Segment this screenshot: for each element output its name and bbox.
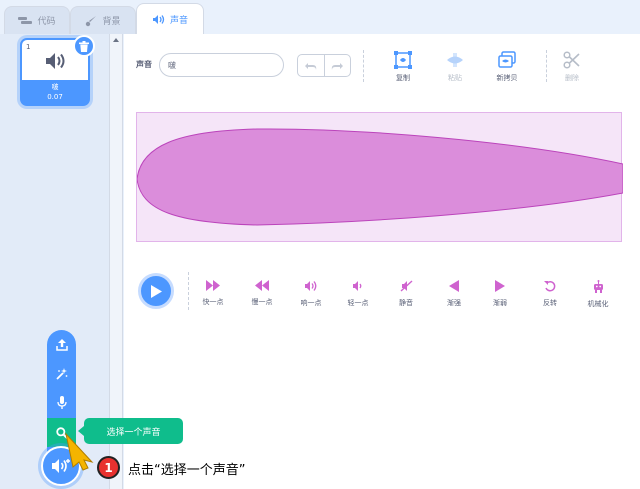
- tab-backdrops-label: 背景: [102, 17, 121, 27]
- sound-item-index: 1: [26, 43, 31, 51]
- step-instruction: 点击“选择一个声音”: [128, 463, 246, 478]
- paste-icon: [447, 53, 463, 67]
- scroll-up-arrow-icon[interactable]: [113, 38, 119, 42]
- redo-button[interactable]: [323, 55, 351, 76]
- waveform-area[interactable]: [136, 112, 624, 242]
- louder-icon: [305, 281, 317, 291]
- delete-sound-button[interactable]: [73, 35, 95, 57]
- effect-slower-button[interactable]: 慢一点: [242, 280, 282, 307]
- tab-sounds[interactable]: 声音: [136, 3, 204, 34]
- faster-icon: [206, 280, 220, 291]
- effect-fade-out-label: 渐弱: [493, 299, 507, 307]
- effect-louder-button[interactable]: 响一点: [291, 280, 331, 308]
- undo-button[interactable]: [298, 55, 324, 76]
- sound-editor: [124, 34, 640, 489]
- undo-redo-group: [297, 54, 351, 77]
- effects-divider: [188, 272, 189, 310]
- undo-icon: [304, 62, 316, 70]
- copy-button[interactable]: 复制: [383, 51, 423, 83]
- paste-button[interactable]: 粘贴: [435, 51, 475, 83]
- effect-mute-label: 静音: [399, 299, 413, 307]
- sound-item-duration: 0.07: [47, 93, 63, 101]
- fade-out-icon: [495, 280, 505, 292]
- toolbar-divider: [546, 50, 547, 82]
- effect-louder-label: 响一点: [300, 299, 322, 307]
- effect-fade-in-label: 渐强: [447, 299, 461, 307]
- toolbar-divider: [363, 50, 364, 82]
- effect-slower-label: 慢一点: [251, 298, 273, 306]
- tab-sounds-label: 声音: [169, 15, 188, 26]
- copy-new-label: 新拷贝: [496, 74, 518, 82]
- surprise-button[interactable]: [47, 359, 76, 388]
- paste-label: 粘贴: [448, 74, 462, 82]
- tab-backdrops[interactable]: 背景: [70, 6, 136, 34]
- redo-icon: [332, 62, 344, 70]
- record-sound-button[interactable]: [47, 388, 76, 417]
- sound-name-label: 声音: [136, 60, 152, 69]
- tab-code-label: 代码: [37, 17, 56, 27]
- effect-fade-out-button[interactable]: 渐弱: [480, 280, 520, 308]
- waveform: [136, 128, 624, 226]
- softer-icon: [353, 281, 362, 291]
- effect-faster-button[interactable]: 快一点: [193, 280, 233, 307]
- slower-icon: [255, 280, 269, 291]
- robot-icon: [593, 280, 603, 293]
- fade-in-icon: [449, 280, 459, 292]
- effect-softer-button[interactable]: 轻一点: [338, 280, 378, 308]
- tab-code[interactable]: 代码: [4, 6, 70, 34]
- play-button[interactable]: [138, 273, 174, 309]
- upload-icon: [55, 338, 68, 351]
- step-badge: 1: [97, 456, 120, 479]
- delete-label: 删除: [565, 74, 579, 82]
- effect-softer-label: 轻一点: [347, 299, 369, 307]
- magic-wand-icon: [55, 367, 67, 380]
- effect-mute-button[interactable]: 静音: [386, 280, 426, 308]
- speaker-icon: [152, 14, 165, 24]
- effect-reverse-button[interactable]: 反转: [530, 280, 570, 308]
- microphone-icon: [56, 396, 67, 409]
- effect-robot-label: 机械化: [587, 300, 609, 308]
- delete-button[interactable]: 删除: [552, 51, 592, 83]
- sound-name-input[interactable]: 啵: [159, 53, 284, 77]
- copy-label: 复制: [396, 74, 410, 82]
- copy-icon: [394, 51, 412, 69]
- scissors-icon: [563, 51, 580, 69]
- pointer-arrow-icon: [65, 432, 94, 471]
- effect-reverse-label: 反转: [543, 299, 557, 307]
- play-icon: [151, 284, 162, 298]
- reverse-icon: [544, 280, 556, 292]
- copy-new-icon: [498, 51, 516, 68]
- brush-icon: [86, 15, 97, 26]
- code-icon: [18, 16, 33, 24]
- upload-sound-button[interactable]: [47, 330, 76, 359]
- copy-to-new-button[interactable]: 新拷贝: [487, 51, 527, 83]
- editor-tabs: 代码 背景 声音: [0, 0, 640, 34]
- sound-item-name: 啵: [51, 83, 59, 91]
- effect-robot-button[interactable]: 机械化: [578, 280, 618, 309]
- mute-icon: [400, 280, 412, 292]
- speaker-icon: [46, 53, 65, 69]
- trash-icon: [79, 40, 89, 52]
- effect-fade-in-button[interactable]: 渐强: [434, 280, 474, 308]
- effect-faster-label: 快一点: [202, 298, 224, 306]
